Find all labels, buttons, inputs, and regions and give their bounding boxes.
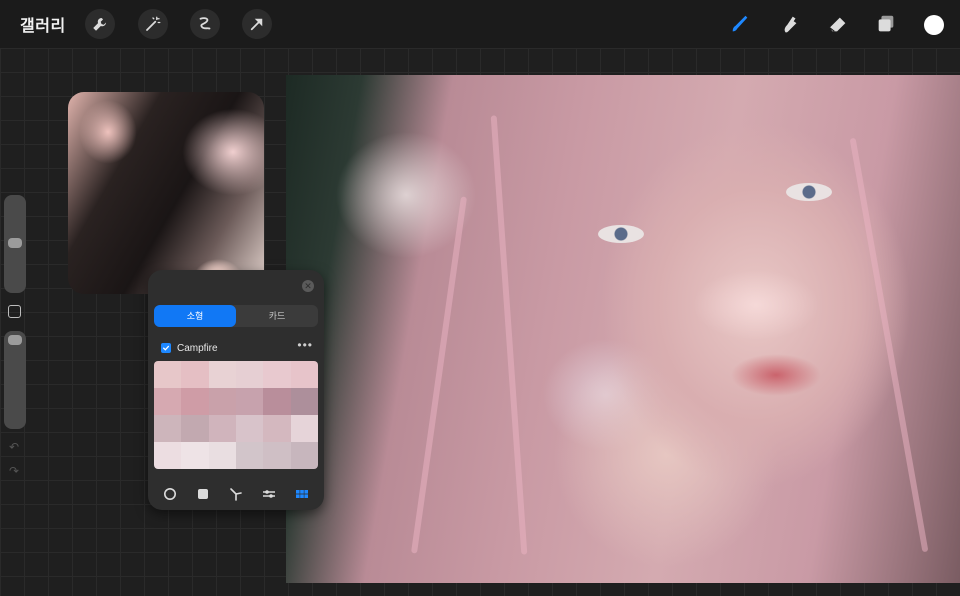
color-swatch[interactable]: [208, 388, 236, 415]
close-icon[interactable]: ✕: [302, 280, 314, 292]
tab-compact[interactable]: 소형: [154, 305, 236, 327]
color-swatch[interactable]: [208, 415, 236, 442]
brush-size-slider[interactable]: [4, 195, 26, 293]
color-picker-button[interactable]: [924, 15, 944, 35]
color-swatch[interactable]: [181, 388, 209, 415]
color-swatch[interactable]: [181, 361, 209, 388]
color-swatch[interactable]: [290, 415, 318, 442]
color-swatch[interactable]: [154, 361, 182, 388]
color-mode-bar: [148, 484, 324, 504]
artwork-hair-strand: [849, 137, 929, 553]
tab-card[interactable]: 카드: [236, 305, 318, 327]
color-swatch[interactable]: [208, 442, 236, 469]
wrench-icon[interactable]: [85, 9, 115, 39]
smudge-icon[interactable]: [778, 12, 802, 36]
gallery-button[interactable]: 갤러리: [20, 12, 66, 36]
eraser-icon[interactable]: [826, 12, 850, 36]
artwork-hair-strand: [490, 115, 528, 555]
color-swatch[interactable]: [263, 361, 291, 388]
palette-name[interactable]: Campfire: [177, 343, 218, 354]
redo-icon[interactable]: ↷: [7, 464, 21, 478]
color-swatch[interactable]: [208, 361, 236, 388]
color-swatch[interactable]: [236, 388, 264, 415]
brush-size-knob[interactable]: [8, 238, 22, 248]
magic-wand-icon[interactable]: [138, 9, 168, 39]
opacity-knob[interactable]: [8, 335, 22, 345]
artwork-hair-strand: [410, 196, 468, 554]
more-options-icon[interactable]: •••: [297, 338, 313, 352]
color-swatch[interactable]: [263, 442, 291, 469]
palettes-grid-icon[interactable]: [293, 485, 311, 503]
color-swatch[interactable]: [236, 415, 264, 442]
brush-icon[interactable]: [728, 12, 752, 36]
selection-icon[interactable]: [190, 9, 220, 39]
color-swatch[interactable]: [154, 388, 182, 415]
palette-view-toggle: 소형 카드: [154, 305, 318, 327]
artwork-eye-right: [786, 183, 832, 201]
classic-icon[interactable]: [194, 485, 212, 503]
color-swatch[interactable]: [236, 361, 264, 388]
top-toolbar: 갤러리: [0, 0, 960, 48]
color-swatch[interactable]: [290, 361, 318, 388]
harmony-icon[interactable]: [227, 485, 245, 503]
opacity-slider[interactable]: [4, 331, 26, 429]
default-palette-checkbox[interactable]: [161, 343, 171, 353]
layers-icon[interactable]: [874, 12, 898, 36]
transform-arrow-icon[interactable]: [242, 9, 272, 39]
canvas-artwork[interactable]: [286, 75, 960, 583]
color-swatch[interactable]: [236, 442, 264, 469]
undo-icon[interactable]: ↶: [7, 440, 21, 454]
disc-icon[interactable]: [161, 485, 179, 503]
value-sliders-icon[interactable]: [260, 485, 278, 503]
color-palette-panel: ✕ 소형 카드 Campfire •••: [148, 270, 324, 510]
color-swatch[interactable]: [290, 388, 318, 415]
reference-image[interactable]: [68, 92, 264, 294]
color-swatch[interactable]: [181, 415, 209, 442]
color-swatch[interactable]: [263, 415, 291, 442]
color-swatch[interactable]: [154, 415, 182, 442]
color-swatch[interactable]: [263, 388, 291, 415]
palette-header: Campfire •••: [161, 338, 313, 355]
artwork-eye-left: [598, 225, 644, 243]
modify-button[interactable]: [8, 305, 21, 318]
color-swatch[interactable]: [290, 442, 318, 469]
color-swatch[interactable]: [154, 442, 182, 469]
color-swatch[interactable]: [181, 442, 209, 469]
swatch-grid: [154, 361, 318, 469]
